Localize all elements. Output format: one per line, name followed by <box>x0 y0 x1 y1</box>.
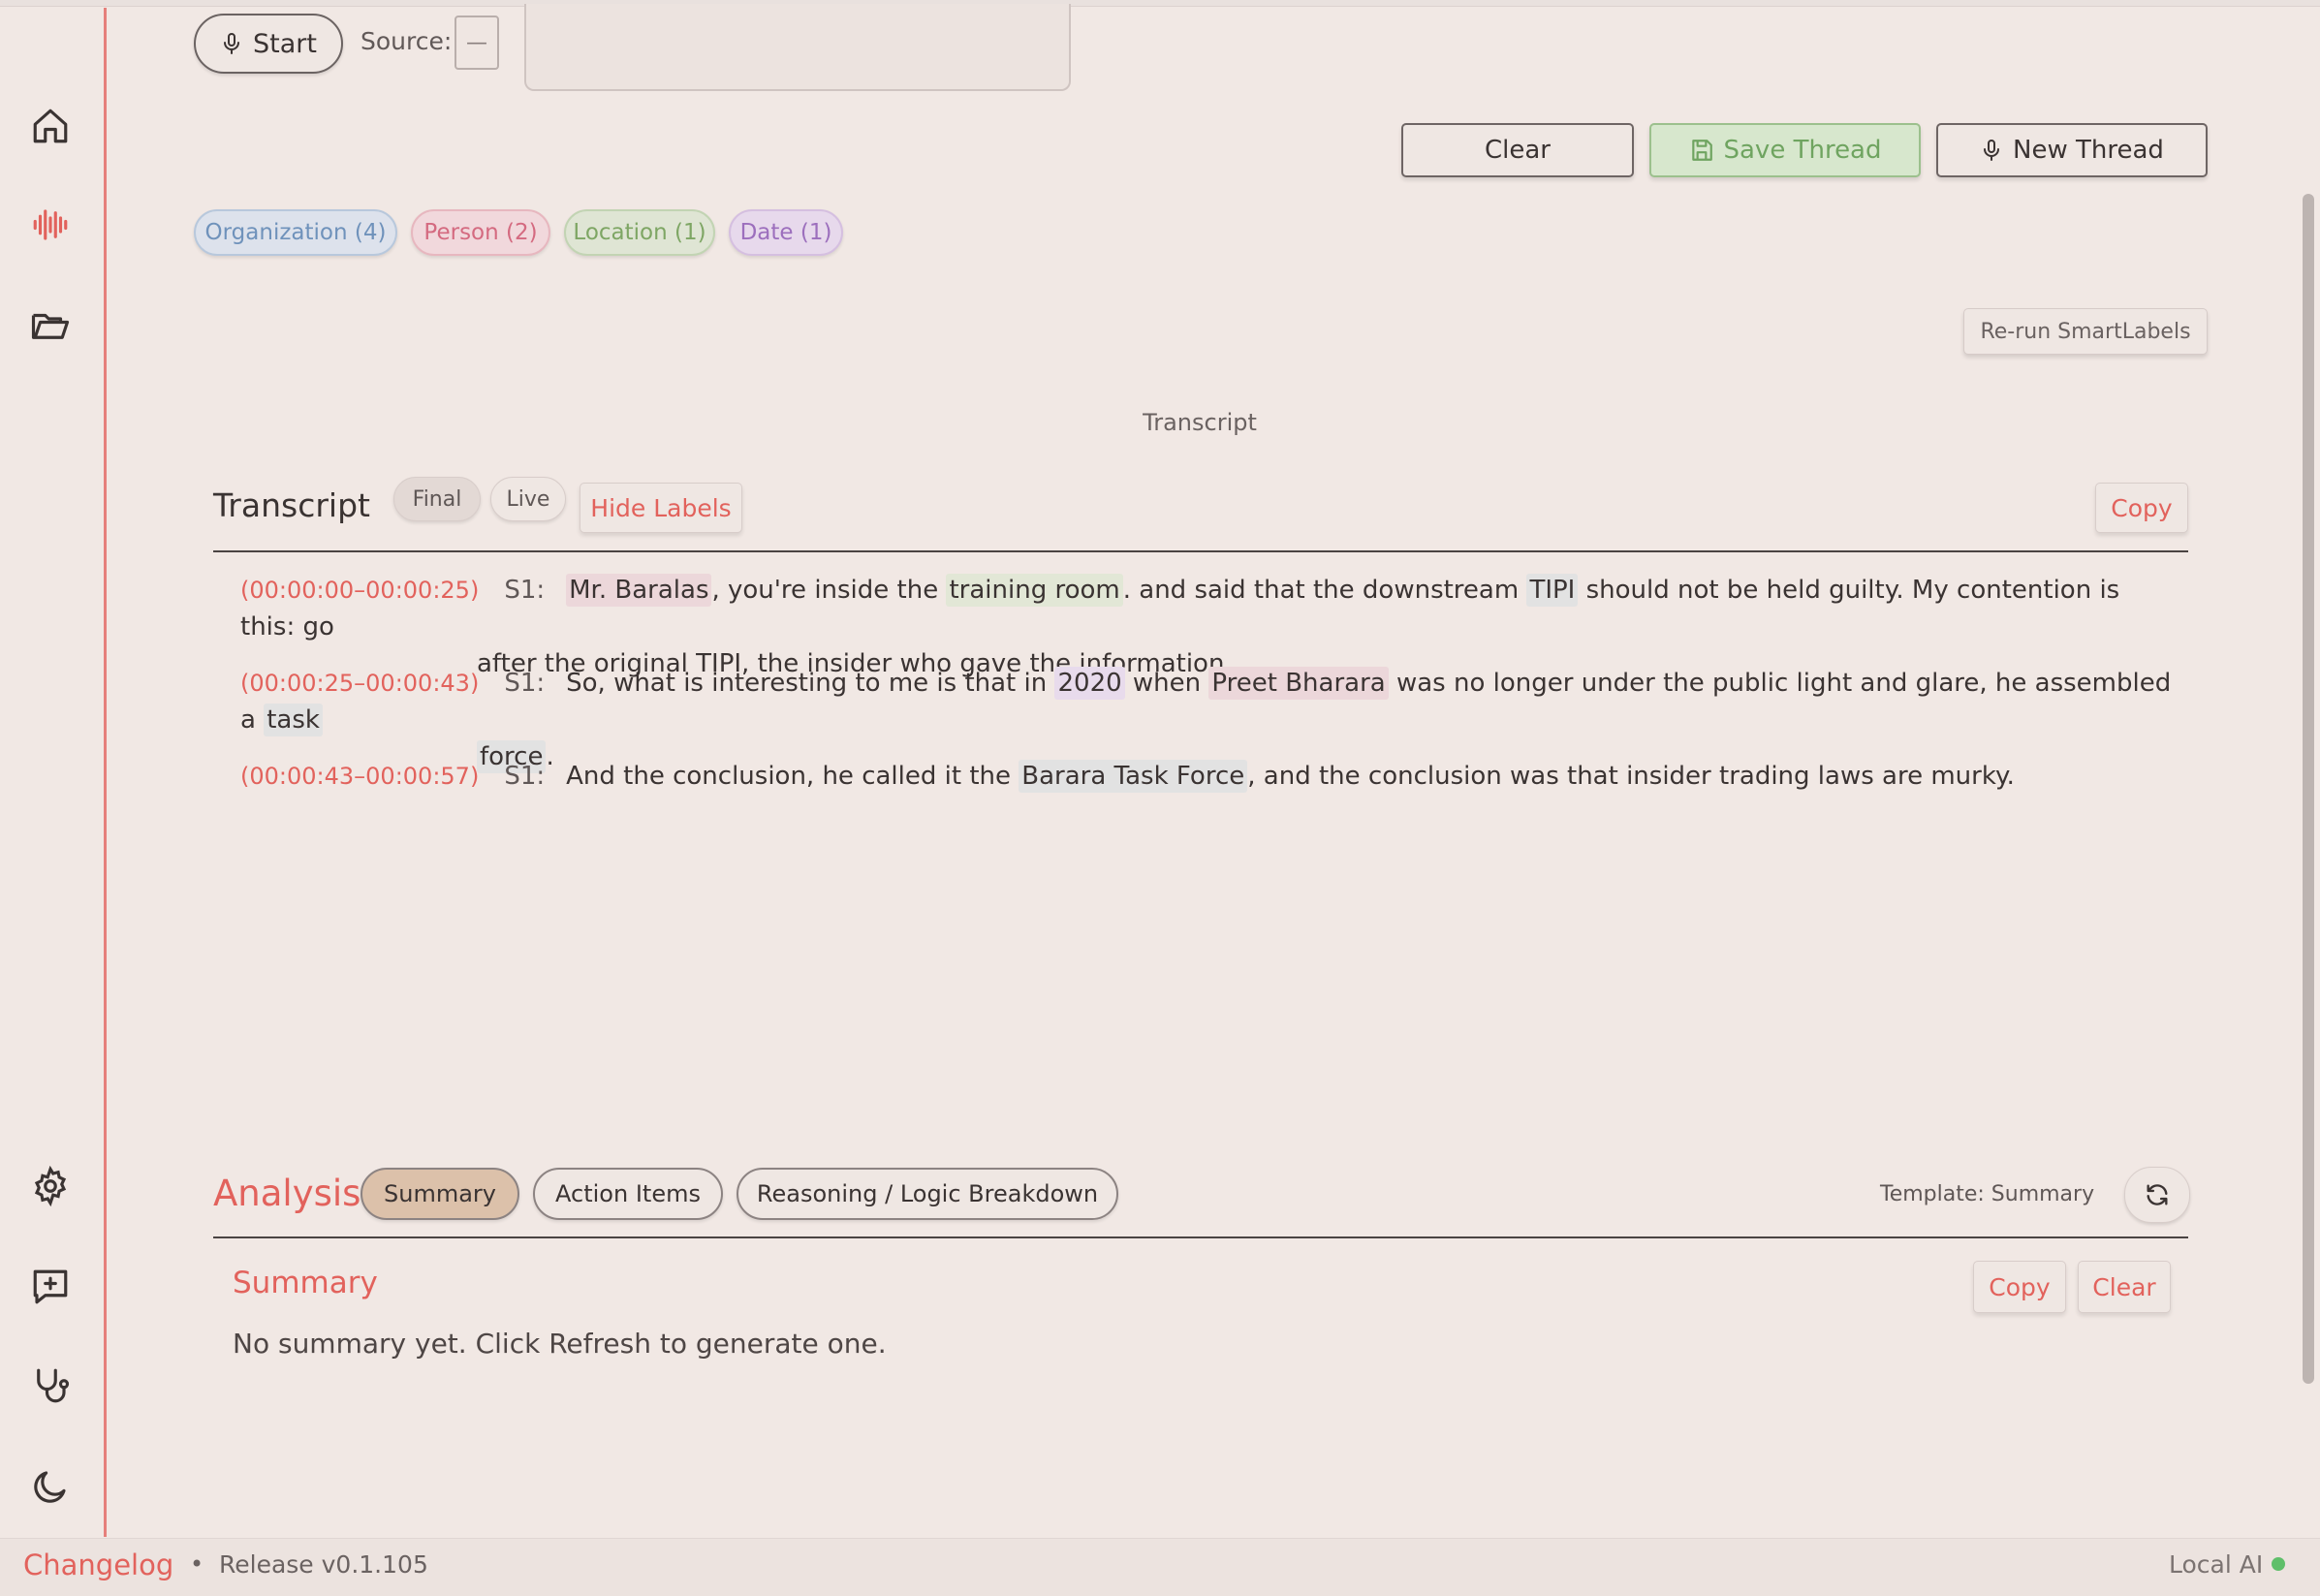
sidebar <box>0 0 105 1536</box>
top-border <box>0 0 2320 7</box>
folder-icon <box>31 313 70 339</box>
segment-timestamp[interactable]: (00:00:43–00:00:57) <box>240 763 479 790</box>
chip-date[interactable]: Date (1) <box>729 209 843 256</box>
message-plus-icon <box>33 1269 68 1304</box>
segment-text: . and said that the downstream <box>1122 576 1527 605</box>
start-label: Start <box>253 28 317 59</box>
summary-title: Summary <box>233 1266 378 1300</box>
source-select[interactable]: — <box>455 16 499 70</box>
sidebar-item-threads[interactable] <box>21 297 79 355</box>
microphone-icon <box>1984 140 2000 161</box>
save-thread-button[interactable]: Save Thread <box>1649 123 1921 177</box>
source-label: Source: <box>361 27 453 55</box>
mode-final-toggle[interactable]: Final <box>393 477 481 521</box>
summary-clear-label: Clear <box>2092 1272 2156 1301</box>
segment-text: , you're inside the <box>711 576 947 605</box>
scrollbar-thumb[interactable] <box>2303 194 2314 1384</box>
changelog-link[interactable]: Changelog <box>23 1549 173 1581</box>
segment-speaker: S1: <box>504 762 546 791</box>
chip-person[interactable]: Person (2) <box>411 209 550 256</box>
release-version: Release v0.1.105 <box>219 1550 428 1579</box>
new-thread-button[interactable]: New Thread <box>1936 123 2208 177</box>
clear-button[interactable]: Clear <box>1401 123 1634 177</box>
entity-person[interactable]: Preet Bharara <box>1208 667 1389 700</box>
sidebar-item-settings[interactable] <box>21 1157 79 1215</box>
entity-person[interactable]: Mr. Baralas <box>566 574 712 607</box>
entity-organization[interactable]: task <box>264 704 323 736</box>
gear-icon <box>34 1166 67 1206</box>
summary-copy-label: Copy <box>1989 1272 2051 1301</box>
tab-action-items[interactable]: Action Items <box>533 1168 723 1220</box>
tab-summary[interactable]: Summary <box>361 1168 519 1220</box>
summary-copy-button[interactable]: Copy <box>1973 1261 2066 1313</box>
rerun-label: Re-run SmartLabels <box>1980 319 2191 344</box>
transcript-segment: (00:00:43–00:00:57) S1: And the conclusion… <box>240 758 2179 795</box>
tab-reasoning[interactable]: Reasoning / Logic Breakdown <box>737 1168 1118 1220</box>
sidebar-item-feedback[interactable] <box>21 1258 79 1316</box>
transcript-title: Transcript <box>213 486 370 524</box>
status-indicator <box>2272 1557 2285 1571</box>
summary-text: No summary yet. Click Refresh to generat… <box>233 1328 887 1360</box>
sidebar-item-diagnostics[interactable] <box>21 1357 79 1415</box>
segment-text: And the conclusion, he called it the <box>566 762 1019 791</box>
waveform-icon <box>33 209 68 240</box>
entity-location[interactable]: training room <box>946 574 1123 607</box>
home-icon <box>33 109 68 143</box>
transcript-section-label: Transcript <box>1143 409 1257 436</box>
transcript-copy-label: Copy <box>2111 493 2173 522</box>
start-button[interactable]: Start <box>194 14 343 74</box>
moon-icon <box>34 1471 66 1503</box>
segment-speaker: S1: <box>504 576 546 605</box>
entity-organization[interactable]: TIPI <box>1526 574 1579 607</box>
entity-organization[interactable]: Barara Task Force <box>1019 760 1248 793</box>
clear-label: Clear <box>1485 136 1551 165</box>
microphone-icon <box>224 33 240 54</box>
segment-speaker: S1: <box>504 669 546 698</box>
sidebar-divider <box>104 8 107 1537</box>
segment-text: , and the conclusion was that insider tr… <box>1247 762 2015 791</box>
sidebar-item-record[interactable] <box>21 196 79 254</box>
refresh-button[interactable] <box>2124 1167 2190 1223</box>
mode-live-toggle[interactable]: Live <box>490 477 566 521</box>
summary-clear-button[interactable]: Clear <box>2078 1261 2171 1313</box>
segment-timestamp[interactable]: (00:00:25–00:00:43) <box>240 670 479 697</box>
stethoscope-icon <box>37 1368 70 1403</box>
entity-date[interactable]: 2020 <box>1054 667 1125 700</box>
save-thread-label: Save Thread <box>1723 136 1882 165</box>
hide-labels-label: Hide Labels <box>590 493 732 522</box>
segment-text: So, what is interesting to me is that in <box>566 669 1055 698</box>
hide-labels-button[interactable]: Hide Labels <box>580 483 742 533</box>
source-level-box <box>524 4 1071 91</box>
local-ai-status: Local AI <box>2169 1550 2264 1579</box>
refresh-icon <box>2147 1184 2168 1205</box>
footer-separator: • <box>190 1550 204 1578</box>
sidebar-item-home[interactable] <box>21 97 79 155</box>
transcript-copy-button[interactable]: Copy <box>2095 483 2188 533</box>
analysis-divider <box>213 1236 2188 1238</box>
sidebar-item-theme[interactable] <box>21 1457 79 1516</box>
new-thread-label: New Thread <box>2013 136 2164 165</box>
save-icon <box>1691 140 1712 161</box>
chip-location[interactable]: Location (1) <box>564 209 715 256</box>
segment-timestamp[interactable]: (00:00:00–00:00:25) <box>240 577 479 604</box>
segment-text: when <box>1124 669 1209 698</box>
analysis-title: Analysis <box>213 1173 361 1214</box>
rerun-smartlabels-button[interactable]: Re-run SmartLabels <box>1963 308 2208 355</box>
template-label: Template: Summary <box>1880 1182 2095 1206</box>
chip-organization[interactable]: Organization (4) <box>194 209 397 256</box>
transcript-divider <box>213 550 2188 552</box>
